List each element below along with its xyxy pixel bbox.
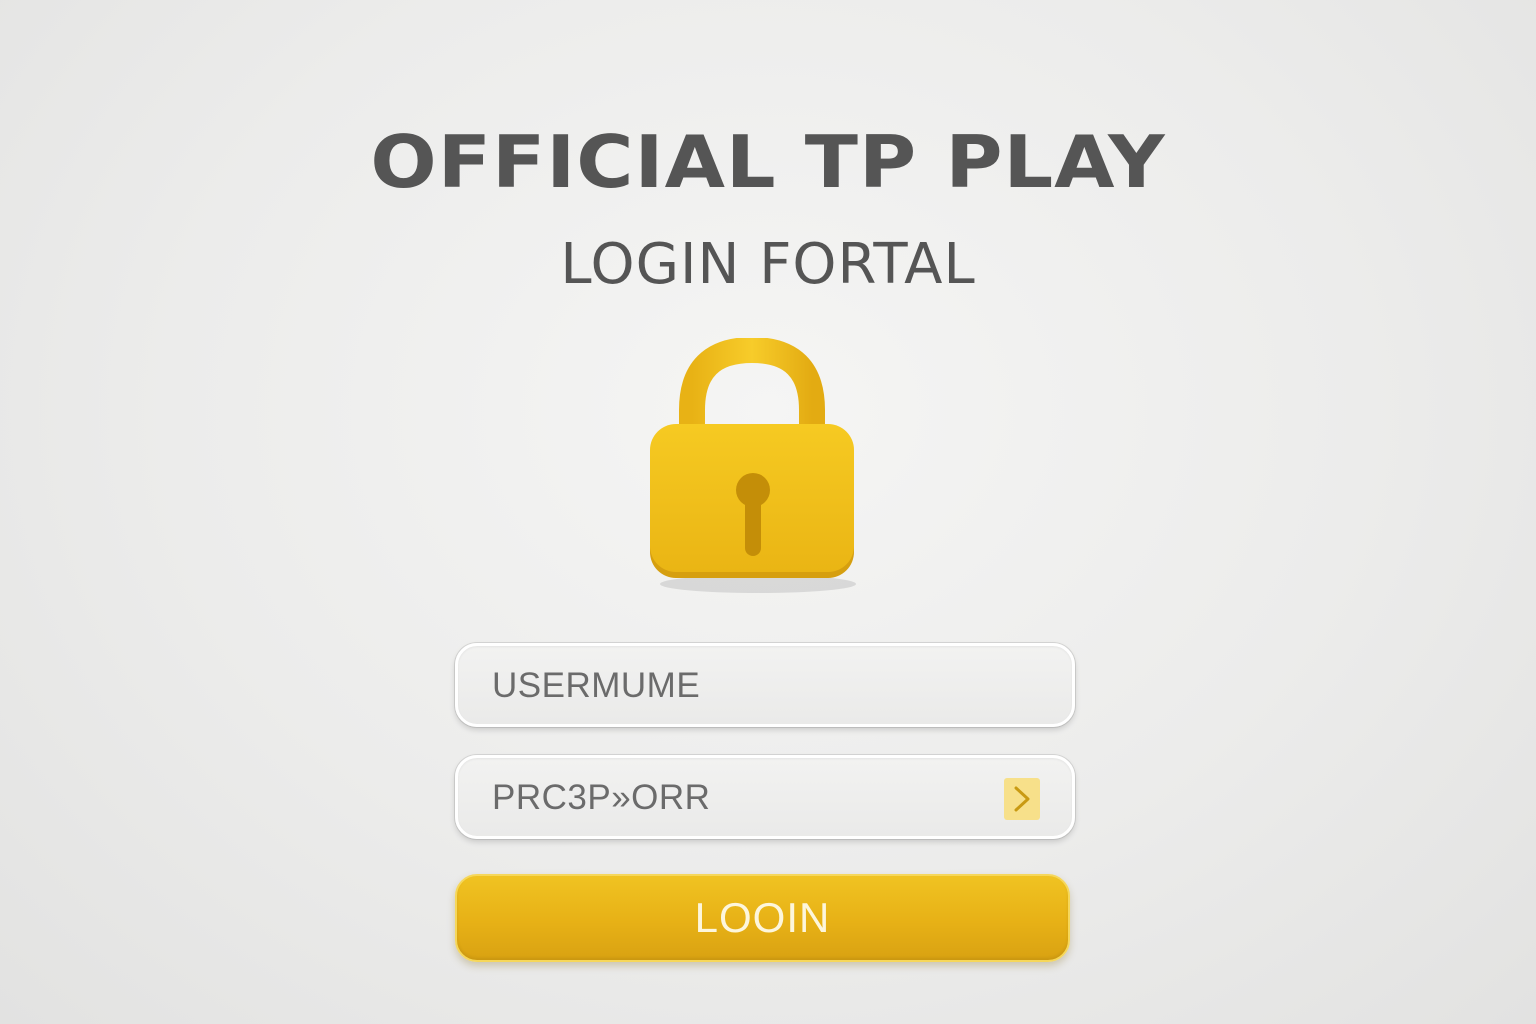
login-button-label: LOOIN [694,894,831,941]
chevron-right-icon [1014,786,1030,812]
submit-arrow-button[interactable] [1004,778,1040,820]
login-button[interactable]: LOOIN [455,874,1070,962]
username-field-value: USERMUME [492,666,701,705]
password-field[interactable]: PRC3P»ORR [455,755,1075,839]
username-field[interactable]: USERMUME [455,643,1075,727]
password-field-value: PRC3P»ORR [492,778,711,817]
padlock-icon [640,338,870,598]
page-subtitle: LOGIN FORTAL [560,232,976,297]
page-title: OFFICIAL TP PLAY [370,121,1166,205]
